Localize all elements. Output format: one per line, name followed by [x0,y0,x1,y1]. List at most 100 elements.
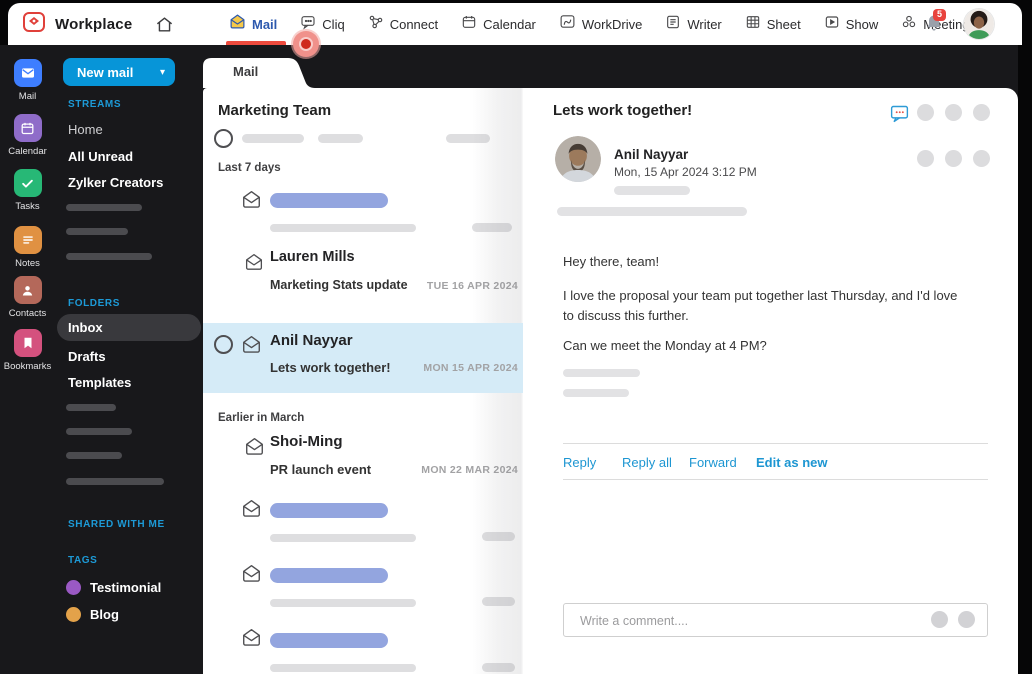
calendar-app-icon [13,114,42,142]
sidebar-item-tag-blog[interactable]: Blog [90,607,119,622]
mail-app-icon [13,59,42,87]
skeleton-bar [270,599,416,607]
streams-section-label: STREAMS [68,99,122,110]
sidebar-item-zylker-creators[interactable]: Zylker Creators [68,175,163,190]
rail-item-contacts[interactable]: Contacts [0,276,55,319]
body-paragraph: I love the proposal your team put togeth… [563,288,958,324]
group-label-last-7-days: Last 7 days [218,162,281,174]
sidebar-item-all-unread[interactable]: All Unread [68,149,133,164]
mail-subject: Lets work together! [270,360,391,375]
nav-workdrive[interactable]: WorkDrive [559,3,642,45]
onboarding-pulse-dot[interactable] [293,31,319,57]
skeleton-bar [614,186,690,195]
comment-input[interactable] [578,604,912,638]
nav-writer[interactable]: Writer [665,3,722,45]
sidebar-item-home[interactable]: Home [68,122,103,137]
skeleton-bar [563,389,629,397]
skeleton-bar [270,534,416,542]
divider [563,443,988,444]
sidebar-item-tag-testimonial[interactable]: Testimonial [90,580,161,595]
mail-tab[interactable] [203,57,316,93]
workdrive-icon [559,13,576,35]
skeleton-bar [270,633,388,648]
tag-color-dot [66,580,81,595]
message-action-button[interactable] [973,150,990,167]
bookmarks-app-icon [13,329,42,357]
envelope-icon [241,335,262,359]
mail-sender: Anil Nayyar [270,332,353,349]
brand-name: Workplace [55,15,133,33]
notifications-button[interactable]: 5 [924,9,947,36]
reply-all-button[interactable]: Reply all [622,455,672,470]
top-navigation: Mail Cliq Connect Calendar WorkDrive Wri… [225,3,970,45]
reply-button[interactable]: Reply [563,455,596,470]
rail-item-tasks[interactable]: Tasks [0,169,55,212]
group-label-earlier-in-march: Earlier in March [218,412,305,424]
mail-row-anil-nayyar[interactable]: Anil Nayyar Lets work together! MON 15 A… [203,323,523,393]
toolbar-action-button[interactable] [917,104,934,121]
tags-section-label: TAGS [68,555,98,566]
notification-badge: 5 [933,9,947,21]
nav-calendar[interactable]: Calendar [461,3,536,45]
skeleton-bar [66,404,116,411]
meeting-icon [901,14,917,35]
envelope-icon [241,499,262,523]
new-mail-button[interactable]: New mail ▾ [63,58,175,86]
sidebar-item-templates[interactable]: Templates [68,375,131,390]
topbar-right: 5 [924,3,994,45]
nav-sheet[interactable]: Sheet [745,3,801,45]
skeleton-bar [557,207,747,216]
nav-show[interactable]: Show [824,3,878,45]
forward-button[interactable]: Forward [689,455,737,470]
envelope-icon [241,190,262,214]
sidebar-item-drafts[interactable]: Drafts [68,349,106,364]
message-action-button[interactable] [917,150,934,167]
tasks-app-icon [13,169,42,197]
reader-subject: Lets work together! [553,102,693,119]
user-avatar[interactable] [964,9,994,39]
reader-datetime: Mon, 15 Apr 2024 3:12 PM [614,165,757,179]
mail-tab-label: Mail [233,64,259,79]
envelope-icon [241,564,262,588]
rail-item-mail[interactable]: Mail [0,59,55,102]
edit-as-new-button[interactable]: Edit as new [756,455,828,470]
envelope-icon [244,437,265,461]
comment-action-button[interactable] [931,611,948,628]
comments-icon[interactable] [889,103,910,129]
message-action-button[interactable] [945,150,962,167]
contacts-app-icon [13,276,42,304]
mail-subject: PR launch event [270,462,372,477]
skeleton-bar [66,228,128,235]
sheet-icon [745,14,761,35]
mail-subject: Marketing Stats update [270,278,408,292]
topbar: Workplace Mail Cliq Connect Calendar Wor… [8,3,1022,45]
skeleton-bar [66,428,132,435]
skeleton-bar [270,193,388,208]
select-all-checkbox[interactable] [214,129,233,148]
rail-item-notes[interactable]: Notes [0,226,55,269]
sidebar-item-inbox[interactable]: Inbox [57,314,201,341]
skeleton-bar [242,134,304,143]
skeleton-bar [66,204,142,211]
rail-item-calendar[interactable]: Calendar [0,114,55,157]
mail-checkbox[interactable] [214,335,233,354]
folders-section-label: FOLDERS [68,298,120,309]
skeleton-bar [66,253,152,260]
body-paragraph: Hey there, team! [563,254,660,269]
toolbar-action-button[interactable] [973,104,990,121]
skeleton-bar [66,478,164,485]
home-icon[interactable] [155,15,174,34]
comment-action-button[interactable] [958,611,975,628]
mail-date: MON 15 APR 2024 [423,362,518,374]
zoho-workplace-window: Workplace Mail Cliq Connect Calendar Wor… [0,0,1032,674]
skeleton-bar [66,452,122,459]
nav-mail[interactable]: Mail [225,3,287,45]
rail-item-bookmarks[interactable]: Bookmarks [0,329,55,372]
nav-connect[interactable]: Connect [368,3,438,45]
body-paragraph: Can we meet the Monday at 4 PM? [563,338,767,353]
mail-sender: Lauren Mills [270,249,355,265]
skeleton-bar [318,134,363,143]
mail-sender: Shoi-Ming [270,433,343,450]
reader-sender-name: Anil Nayyar [614,147,689,162]
toolbar-action-button[interactable] [945,104,962,121]
